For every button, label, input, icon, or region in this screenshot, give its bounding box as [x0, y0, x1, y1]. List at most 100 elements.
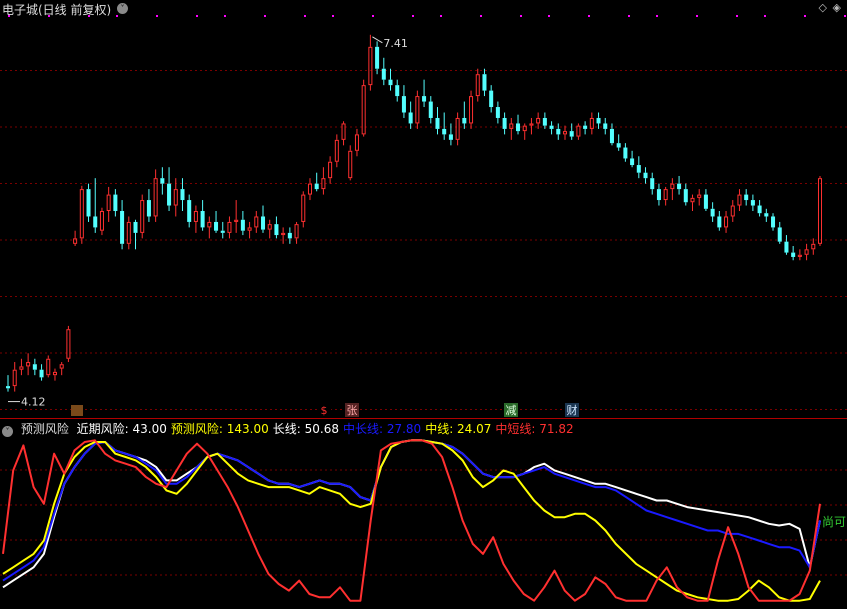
svg-text:$: $	[321, 404, 328, 417]
magenta-dot	[588, 15, 590, 17]
candle	[448, 123, 453, 146]
candle	[522, 123, 527, 140]
candle	[596, 112, 601, 129]
candle	[469, 90, 474, 129]
legend-item: 中线: 24.07	[425, 422, 492, 436]
event-marker[interactable]: 财	[565, 403, 579, 417]
magenta-dot	[440, 15, 442, 17]
candle	[321, 167, 326, 195]
candle	[730, 200, 735, 222]
magenta-dot	[304, 15, 306, 17]
candle	[240, 211, 245, 236]
chart-canvas: 7.41 4.12 $ 张 减 财 尚可	[0, 15, 847, 602]
candle	[348, 145, 353, 181]
magenta-dot	[116, 15, 118, 17]
event-marker[interactable]: $	[317, 403, 331, 417]
candle	[375, 41, 380, 75]
candle	[120, 200, 125, 250]
candle	[509, 117, 514, 140]
candle	[274, 216, 279, 239]
event-marker[interactable]: 张	[345, 403, 359, 417]
candle	[435, 107, 440, 135]
candle	[811, 238, 816, 255]
candle	[66, 325, 71, 363]
chart-title: 电子城(日线 前复权)	[2, 1, 111, 18]
series-line-中短线	[2, 439, 821, 602]
series-line-长线	[2, 439, 821, 589]
candle	[133, 219, 138, 250]
candle	[260, 205, 266, 233]
candle	[93, 178, 98, 233]
candle	[160, 167, 165, 195]
candle	[26, 353, 31, 376]
candle	[140, 194, 145, 239]
magenta-dot	[804, 15, 806, 17]
candle	[623, 143, 628, 162]
candle	[314, 172, 319, 192]
candle	[126, 216, 131, 250]
candle	[495, 101, 500, 124]
candle	[187, 194, 192, 228]
candle	[32, 358, 37, 376]
candle	[307, 178, 312, 201]
indicator-legend: 近期风险: 43.00 预测风险: 143.00 长线: 50.68 中长线: 27.…	[77, 422, 578, 436]
indicator-gridlines	[0, 469, 847, 576]
candle	[663, 186, 668, 206]
candle	[415, 90, 420, 129]
legend-item: 中短线: 71.82	[495, 422, 574, 436]
candle	[287, 227, 292, 244]
status-annotation: 尚可	[822, 515, 846, 529]
candle	[583, 121, 588, 135]
candle	[207, 216, 212, 239]
candle	[19, 358, 24, 376]
magenta-dot	[696, 15, 698, 17]
candle	[106, 186, 111, 222]
expand-icon[interactable]: ˅	[117, 3, 128, 14]
high-price-label: 7.41	[383, 37, 408, 50]
candle	[690, 194, 695, 211]
magenta-dot	[196, 15, 198, 17]
diamond-icon[interactable]: ◇	[819, 1, 827, 14]
indicator-menu-icon[interactable]: ˅	[2, 426, 13, 437]
candle	[630, 150, 635, 168]
magenta-dot	[764, 15, 766, 17]
candle	[113, 189, 118, 217]
candle	[817, 175, 823, 247]
candle	[710, 202, 715, 222]
candle	[46, 355, 51, 378]
legend-item: 长线: 50.68	[272, 422, 339, 436]
candle	[750, 194, 755, 211]
magenta-dot	[332, 15, 334, 17]
candlestick-series	[5, 34, 823, 392]
event-marker-icon[interactable]	[71, 405, 83, 416]
event-marker[interactable]: 减	[504, 403, 518, 417]
candle	[717, 211, 722, 231]
candle	[146, 189, 151, 222]
candle	[589, 112, 594, 135]
candle	[475, 68, 480, 102]
legend-item: 近期风险: 43.00	[76, 422, 167, 436]
candle	[784, 235, 789, 255]
candle	[368, 34, 373, 91]
candle	[603, 117, 608, 135]
candle	[200, 200, 205, 231]
candle	[422, 79, 427, 108]
settings-icon[interactable]: ◈	[833, 1, 841, 14]
candle	[39, 364, 44, 381]
low-price-label: 4.12	[21, 396, 46, 409]
candle	[804, 243, 809, 261]
stock-title: 电子城(日线 前复权)	[2, 3, 112, 17]
candle	[656, 183, 661, 206]
indicator-header: ˅ 预测风险 近期风险: 43.00 预测风险: 143.00 长线: 50.68 中…	[2, 420, 582, 437]
candle	[462, 101, 467, 129]
legend-item: 中长线: 27.80	[342, 422, 422, 436]
price-gridlines	[0, 15, 847, 410]
magenta-dot	[628, 15, 630, 17]
magenta-dot	[656, 15, 658, 17]
candle	[227, 216, 232, 239]
magenta-dot	[736, 15, 738, 17]
candle	[59, 362, 64, 376]
candle	[724, 211, 729, 233]
candle	[797, 249, 802, 261]
candle	[569, 123, 574, 140]
